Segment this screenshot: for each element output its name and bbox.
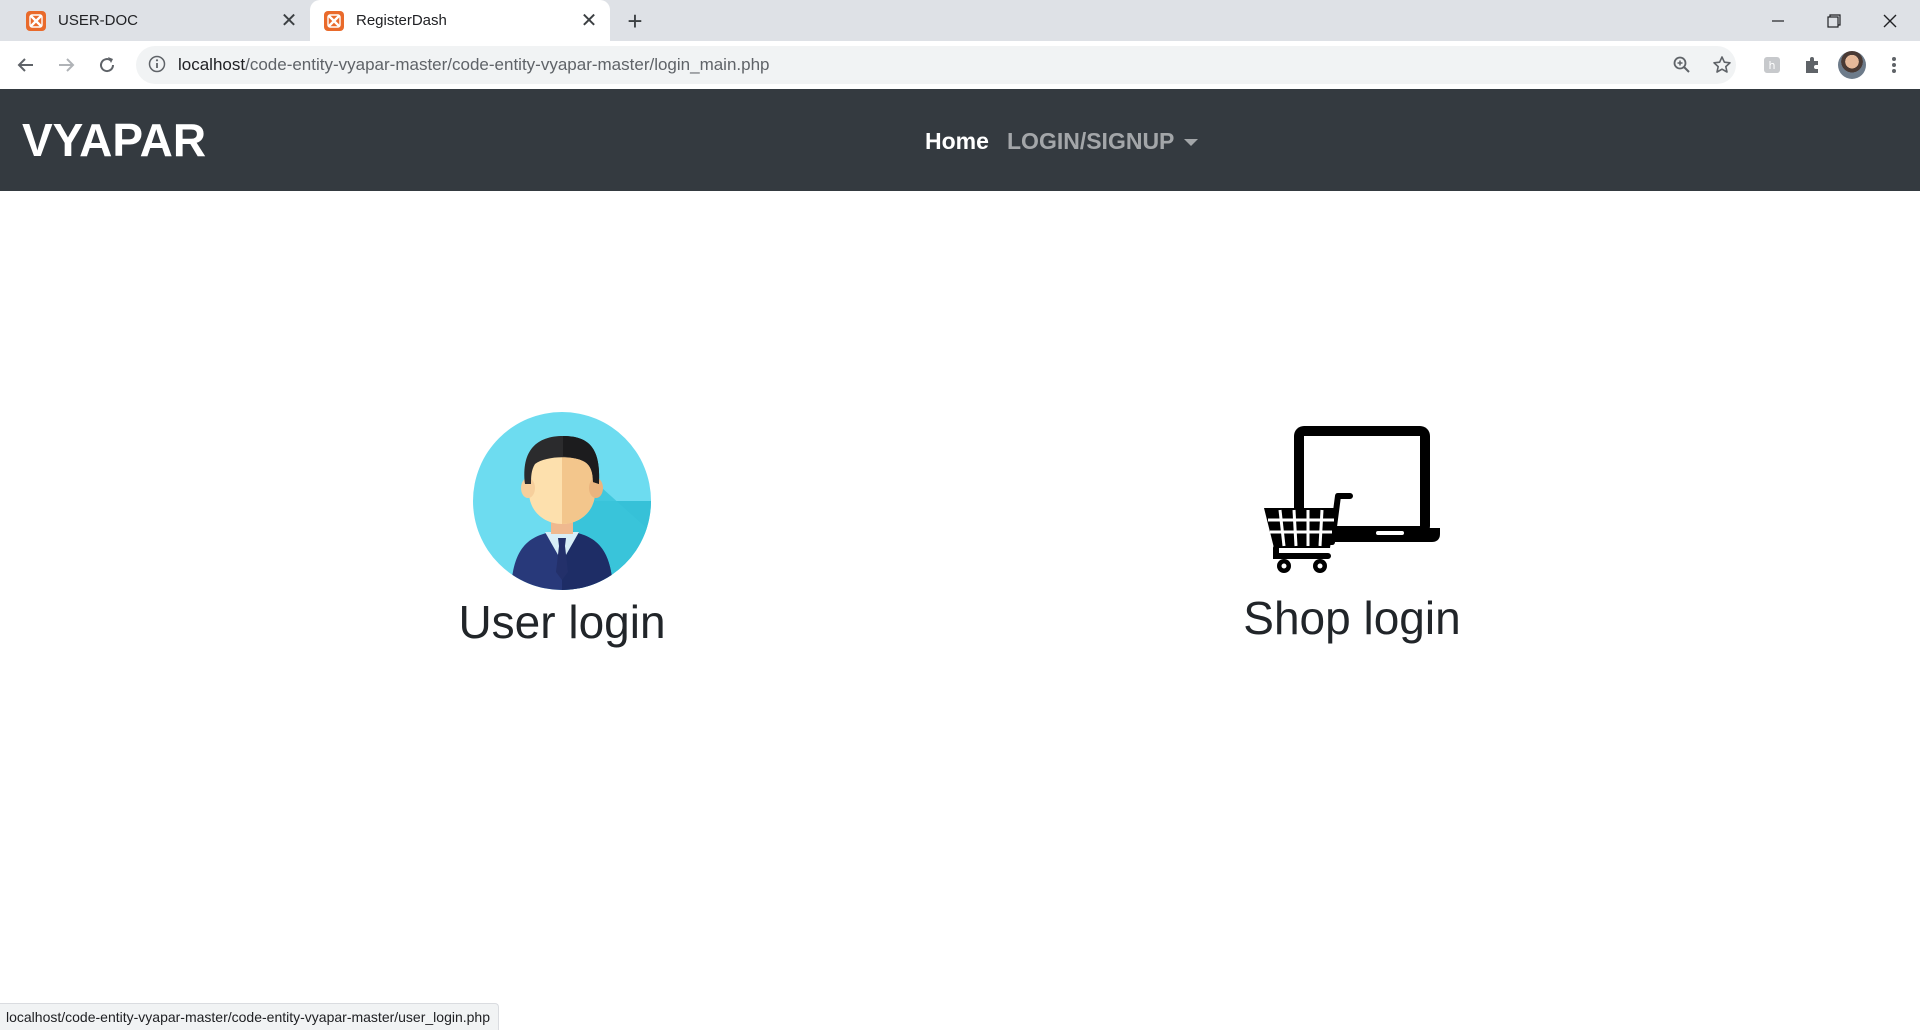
new-tab-button[interactable]: + xyxy=(620,6,650,36)
tab-registerdash[interactable]: RegisterDash ✕ xyxy=(310,0,610,41)
url-path: /code-entity-vyapar-master/code-entity-v… xyxy=(245,55,770,74)
businessman-avatar-icon[interactable] xyxy=(473,412,651,590)
site-navbar: VYAPAR Home LOGIN/SIGNUP xyxy=(0,89,1920,191)
nav-login-signup-label: LOGIN/SIGNUP xyxy=(1007,128,1175,154)
reload-icon[interactable] xyxy=(91,49,123,81)
close-tab-icon[interactable]: ✕ xyxy=(278,10,300,32)
bookmark-star-icon[interactable] xyxy=(1706,49,1738,81)
close-window-icon[interactable] xyxy=(1862,0,1918,41)
extensions-puzzle-icon[interactable] xyxy=(1796,49,1828,81)
nav-login-signup-dropdown[interactable]: LOGIN/SIGNUP xyxy=(1007,127,1199,155)
more-menu-icon[interactable] xyxy=(1878,49,1910,81)
shop-login-title[interactable]: Shop login xyxy=(1202,590,1502,646)
user-login-title[interactable]: User login xyxy=(412,594,712,650)
tab-title: USER-DOC xyxy=(58,12,139,29)
extension-icon[interactable]: h xyxy=(1756,49,1788,81)
brand-logo[interactable]: VYAPAR xyxy=(22,117,206,163)
browser-toolbar: localhost/code-entity-vyapar-master/code… xyxy=(0,41,1920,90)
restore-icon[interactable] xyxy=(1806,0,1862,41)
site-info-icon[interactable] xyxy=(148,55,166,73)
profile-avatar[interactable] xyxy=(1838,51,1866,79)
tab-user-doc[interactable]: USER-DOC ✕ xyxy=(12,0,310,41)
tab-strip: USER-DOC ✕ RegisterDash ✕ + xyxy=(0,0,1920,41)
tab-title: RegisterDash xyxy=(356,12,447,29)
nav-home-link[interactable]: Home xyxy=(925,127,989,155)
minimize-icon[interactable] xyxy=(1750,0,1806,41)
shop-login-card[interactable]: Shop login xyxy=(1202,412,1502,646)
url-text: localhost/code-entity-vyapar-master/code… xyxy=(178,46,770,84)
svg-text:h: h xyxy=(1769,59,1776,72)
zoom-icon[interactable] xyxy=(1666,49,1698,81)
link-status-bar: localhost/code-entity-vyapar-master/code… xyxy=(0,1003,499,1030)
back-arrow-icon[interactable] xyxy=(10,49,42,81)
address-bar[interactable]: localhost/code-entity-vyapar-master/code… xyxy=(136,46,1736,84)
dropdown-caret-icon xyxy=(1184,138,1199,146)
forward-arrow-icon[interactable] xyxy=(50,49,82,81)
xampp-favicon-icon xyxy=(26,10,46,31)
user-login-card[interactable]: User login xyxy=(412,412,712,650)
laptop-shopping-cart-icon[interactable] xyxy=(1262,424,1442,574)
close-tab-icon[interactable]: ✕ xyxy=(578,10,600,32)
xampp-favicon-icon xyxy=(324,10,344,31)
url-host: localhost xyxy=(178,55,246,74)
